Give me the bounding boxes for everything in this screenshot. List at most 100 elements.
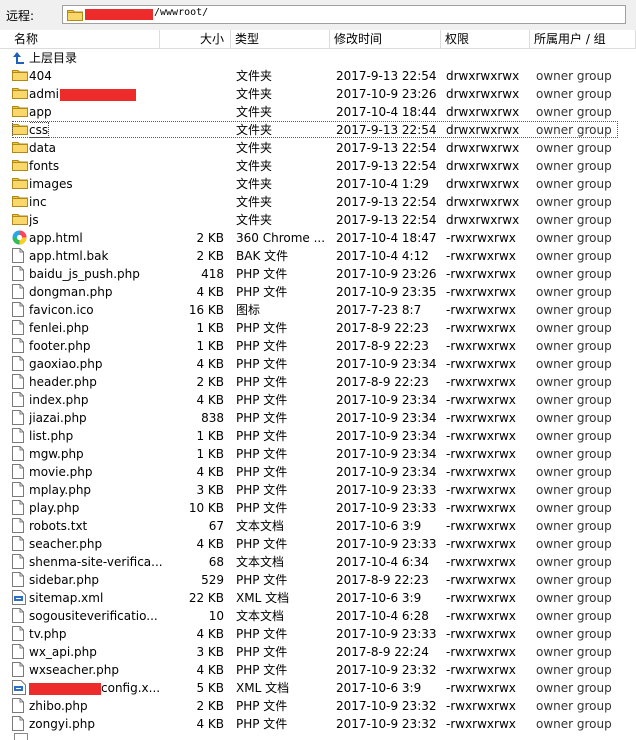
file-icon xyxy=(12,356,28,372)
file-row[interactable]: sitemap.xml 22 KB XML 文档 2017-10-6 3:9 -rwxr… xyxy=(0,589,636,607)
file-row[interactable]: app.html 2 KB 360 Chrome ... 2017-10-4 18:4… xyxy=(0,229,636,247)
file-modified: 2017-10-4 1:29 xyxy=(336,177,429,191)
file-permissions: -rwxrwxrwx xyxy=(446,483,516,497)
file-modified: 2017-10-9 23:33 xyxy=(336,501,437,515)
file-row[interactable]: fonts 文件夹 2017-9-13 22:54 drwxrwxrwx owner g… xyxy=(0,157,636,175)
file-size: 2 KB xyxy=(196,249,224,263)
file-size: 4 KB xyxy=(196,537,224,551)
file-type: PHP 文件 xyxy=(236,393,288,407)
remote-path-input[interactable]: /wwwroot/ xyxy=(62,5,626,24)
column-permissions[interactable]: 权限 xyxy=(441,30,530,48)
parent-directory-row[interactable]: 上层目录 xyxy=(0,49,636,67)
file-permissions: -rwxrwxrwx xyxy=(446,393,516,407)
file-row[interactable]: mplay.php 3 KB PHP 文件 2017-10-9 23:33 -rwxrw… xyxy=(0,481,636,499)
file-row[interactable]: favicon.ico 16 KB 图标 2017-7-23 8:7 -rwxrwxrw… xyxy=(0,301,636,319)
file-row[interactable]: movie.php 4 KB PHP 文件 2017-10-9 23:34 -rwxrw… xyxy=(0,463,636,481)
file-type: 360 Chrome ... xyxy=(236,231,326,245)
file-row[interactable]: index.php 4 KB PHP 文件 2017-10-9 23:34 -rwxrw… xyxy=(0,391,636,409)
file-modified: 2017-8-9 22:23 xyxy=(336,375,429,389)
file-modified: 2017-10-4 6:34 xyxy=(336,555,429,569)
redacted-block xyxy=(85,9,153,20)
file-icon xyxy=(12,662,28,678)
file-permissions: drwxrwxrwx xyxy=(446,159,520,173)
file-size: 3 KB xyxy=(196,483,224,497)
file-row[interactable]: wxseacher.php 4 KB PHP 文件 2017-10-9 23:32 -r… xyxy=(0,661,636,679)
file-icon xyxy=(12,374,28,390)
file-icon xyxy=(12,482,28,498)
file-permissions: -rwxrwxrwx xyxy=(446,717,516,731)
column-owner[interactable]: 所属用户 / 组 xyxy=(530,30,636,48)
column-size[interactable]: 大小 xyxy=(160,30,231,48)
file-permissions: -rwxrwxrwx xyxy=(446,663,516,677)
file-row[interactable]: baidu_js_push.php 418 PHP 文件 2017-10-9 23:2… xyxy=(0,265,636,283)
file-owner: owner group xyxy=(536,231,612,245)
file-owner: owner group xyxy=(536,555,612,569)
file-owner: owner group xyxy=(536,177,612,191)
column-type[interactable]: 类型 xyxy=(231,30,330,48)
file-type: 文件夹 xyxy=(236,159,273,173)
column-modified[interactable]: 修改时间 xyxy=(330,30,441,48)
redacted-block xyxy=(29,682,101,695)
file-row[interactable]: admi 文件夹 2017-10-9 23:26 drwxrwxrwx owner gr… xyxy=(0,85,636,103)
file-permissions: -rwxrwxrwx xyxy=(446,339,516,353)
remote-path-text: /wwwroot/ xyxy=(154,7,209,18)
file-row[interactable]: app 文件夹 2017-10-4 18:44 drwxrwxrwx owner gro… xyxy=(0,103,636,121)
file-icon xyxy=(12,626,28,642)
file-owner: owner group xyxy=(536,501,612,515)
file-row[interactable]: images 文件夹 2017-10-4 1:29 drwxrwxrwx owner g… xyxy=(0,175,636,193)
file-type: 文件夹 xyxy=(236,69,273,83)
file-row[interactable]: mgw.php 1 KB PHP 文件 2017-10-9 23:34 -rwxrwxr… xyxy=(0,445,636,463)
file-owner: owner group xyxy=(536,195,612,209)
file-type: XML 文档 xyxy=(236,681,290,695)
file-row[interactable]: zhibo.php 2 KB PHP 文件 2017-10-9 23:32 -rwxrw… xyxy=(0,697,636,715)
file-type: PHP 文件 xyxy=(236,411,288,425)
file-row[interactable]: seacher.php 4 KB PHP 文件 2017-10-9 23:33 -rwx… xyxy=(0,535,636,553)
file-modified: 2017-10-9 23:34 xyxy=(336,429,437,443)
file-owner: owner group xyxy=(536,537,612,551)
file-row[interactable]: zongyi.php 4 KB PHP 文件 2017-10-9 23:32 -rwxr… xyxy=(0,715,636,733)
file-permissions: -rwxrwxrwx xyxy=(446,231,516,245)
column-name[interactable]: 名称 xyxy=(0,30,160,48)
file-type: PHP 文件 xyxy=(236,375,288,389)
file-size: 1 KB xyxy=(196,429,224,443)
file-row[interactable]: sidebar.php 529 PHP 文件 2017-8-9 22:23 -rwxrw… xyxy=(0,571,636,589)
file-modified: 2017-8-9 22:24 xyxy=(336,645,429,659)
file-row[interactable]: tv.php 4 KB PHP 文件 2017-10-9 23:33 -rwxrwxrw… xyxy=(0,625,636,643)
file-row[interactable]: app.html.bak 2 KB BAK 文件 2017-10-4 4:12 -rwx… xyxy=(0,247,636,265)
file-row[interactable]: fenlei.php 1 KB PHP 文件 2017-8-9 22:23 -rwxrw… xyxy=(0,319,636,337)
file-row[interactable]: 404 文件夹 2017-9-13 22:54 drwxrwxrwx owner gro… xyxy=(0,67,636,85)
folder-icon xyxy=(12,194,28,210)
file-size xyxy=(160,157,224,175)
file-row[interactable]: js 文件夹 2017-9-13 22:54 drwxrwxrwx owner grou… xyxy=(0,211,636,229)
file-size: 1 KB xyxy=(196,321,224,335)
file-type: PHP 文件 xyxy=(236,447,288,461)
file-type: 文件夹 xyxy=(236,213,273,227)
file-row[interactable]: header.php 2 KB PHP 文件 2017-8-9 22:23 -rwxrw… xyxy=(0,373,636,391)
file-row[interactable]: dongman.php 4 KB PHP 文件 2017-10-9 23:35 -rwx… xyxy=(0,283,636,301)
file-type: 文件夹 xyxy=(236,87,273,101)
file-modified: 2017-8-9 22:23 xyxy=(336,321,429,335)
file-row[interactable]: gaoxiao.php 4 KB PHP 文件 2017-10-9 23:34 -rwx… xyxy=(0,355,636,373)
file-row[interactable]: list.php 1 KB PHP 文件 2017-10-9 23:34 -rwxrwx… xyxy=(0,427,636,445)
file-permissions: drwxrwxrwx xyxy=(446,69,520,83)
file-row[interactable]: sogousiteverificatio... 10 文本文档 2017-10-4 6… xyxy=(0,607,636,625)
file-owner: owner group xyxy=(536,141,612,155)
file-row[interactable]: inc 文件夹 2017-9-13 22:54 drwxrwxrwx owner gro… xyxy=(0,193,636,211)
file-row[interactable]: jiazai.php 838 PHP 文件 2017-10-9 23:34 -rwxrw… xyxy=(0,409,636,427)
file-owner: owner group xyxy=(536,483,612,497)
file-row[interactable]: footer.php 1 KB PHP 文件 2017-8-9 22:23 -rwxrw… xyxy=(0,337,636,355)
file-permissions: -rwxrwxrwx xyxy=(446,447,516,461)
file-row[interactable]: wx_api.php 3 KB PHP 文件 2017-8-9 22:24 -rwxrw… xyxy=(0,643,636,661)
file-permissions: -rwxrwxrwx xyxy=(446,249,516,263)
file-permissions: -rwxrwxrwx xyxy=(446,627,516,641)
file-type: PHP 文件 xyxy=(236,339,288,353)
file-permissions: -rwxrwxrwx xyxy=(446,519,516,533)
file-row[interactable]: shenma-site-verifica... 68 文本文档 2017-10-4 6… xyxy=(0,553,636,571)
file-row[interactable]: data 文件夹 2017-9-13 22:54 drwxrwxrwx owner gr… xyxy=(0,139,636,157)
file-row[interactable]: config.x... 5 KB XML 文档 2017-10-6 3:9 -rwxrw… xyxy=(0,679,636,697)
file-type: PHP 文件 xyxy=(236,483,288,497)
file-type: XML 文档 xyxy=(236,591,290,605)
file-row[interactable]: play.php 10 KB PHP 文件 2017-10-9 23:33 -rwxrw… xyxy=(0,499,636,517)
file-row[interactable]: css 文件夹 2017-9-13 22:54 drwxrwxrwx owner gro… xyxy=(0,121,636,139)
file-row[interactable]: robots.txt 67 文本文档 2017-10-6 3:9 -rwxrwxrwx o… xyxy=(0,517,636,535)
